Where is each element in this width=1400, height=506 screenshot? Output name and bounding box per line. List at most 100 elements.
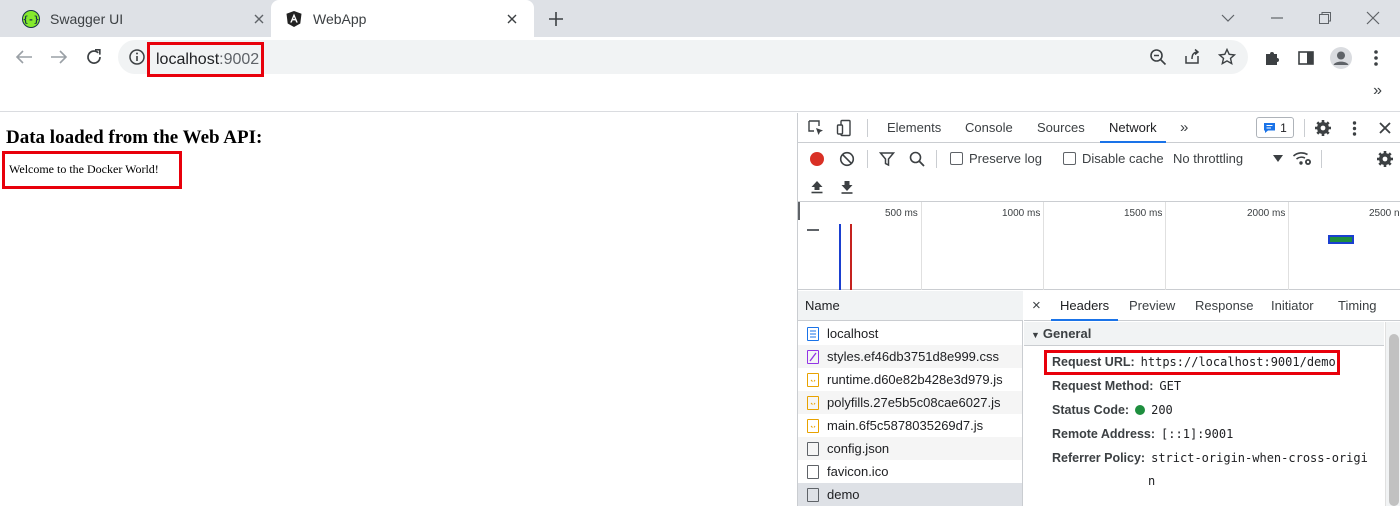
zoom-icon[interactable] [1146,45,1170,69]
tab-timing[interactable]: Timing [1338,291,1377,321]
checkbox-box[interactable] [1063,152,1076,165]
tab-swagger-ui[interactable]: {-} Swagger UI [8,0,270,37]
record-icon[interactable] [808,150,826,168]
checkbox-box[interactable] [950,152,963,165]
name-column-header[interactable]: Name [798,291,1023,321]
network-settings-gear-icon[interactable] [1375,149,1395,169]
share-icon[interactable] [1180,45,1204,69]
request-row[interactable]: config.json [798,437,1022,460]
script-file-icon [807,395,819,410]
request-row[interactable]: polyfills.27e5b5c08cae6027.js [798,391,1022,414]
header-value: strict-origin-when-cross-origi [1151,451,1368,465]
expand-triangle-icon: ▼ [1031,330,1040,340]
close-details-icon[interactable]: × [1032,291,1041,321]
devtools-menu-icon[interactable] [1347,119,1361,137]
header-value: https://localhost:9001/demo [1140,355,1336,369]
grid-line [1043,202,1044,290]
request-row[interactable]: localhost [798,322,1022,345]
overview-tick-label: 2500 n [1369,208,1400,219]
extensions-puzzle-icon[interactable] [1260,46,1284,70]
generic-file-icon [807,487,819,502]
back-arrow-icon[interactable] [10,43,38,71]
close-devtools-icon[interactable] [1377,120,1393,136]
bookmarks-overflow-chevron[interactable]: » [1373,82,1382,100]
tab-sources[interactable]: Sources [1037,113,1085,143]
profile-avatar-icon[interactable] [1329,46,1353,70]
header-row-remote-address: Remote Address: [::1]:9001 [1052,427,1233,441]
new-tab-plus-icon[interactable] [543,6,569,32]
site-info-icon[interactable] [128,48,146,66]
dom-content-loaded-line [839,224,841,290]
request-name: demo [827,487,860,502]
separator [1321,150,1322,168]
window-close-icon[interactable] [1356,4,1390,32]
tab-webapp[interactable]: WebApp [271,0,534,37]
filter-icon[interactable] [878,150,896,168]
preserve-log-checkbox[interactable]: Preserve log [950,151,1042,166]
request-name: main.6f5c5878035269d7.js [827,418,984,433]
request-row-selected[interactable]: demo [798,483,1022,506]
forward-arrow-icon[interactable] [45,43,73,71]
bookmark-star-icon[interactable] [1215,45,1239,69]
close-tab-icon[interactable] [500,7,524,31]
browser-menu-icon[interactable] [1364,46,1388,70]
reload-icon[interactable] [80,43,108,71]
request-row[interactable]: runtime.d60e82b428e3d979.js [798,368,1022,391]
header-value: GET [1159,379,1182,393]
scrollbar-thumb[interactable] [1389,334,1399,506]
throttling-select[interactable]: No throttling [1173,151,1284,166]
more-tabs-chevron[interactable]: » [1180,113,1188,143]
side-panel-icon[interactable] [1294,46,1318,70]
device-toolbar-icon[interactable] [836,119,854,137]
header-key: Remote Address: [1052,427,1156,441]
header-row-referrer-policy: Referrer Policy: strict-origin-when-cros… [1052,451,1368,465]
issues-badge[interactable]: 1 [1256,117,1294,138]
devtools-tabbar: Elements Console Sources Network » 1 [798,113,1400,143]
tab-network[interactable]: Network [1100,113,1166,143]
close-tab-icon[interactable] [247,0,271,37]
network-conditions-wifi-icon[interactable] [1292,149,1312,169]
request-row[interactable]: main.6f5c5878035269d7.js [798,414,1022,437]
separator [1304,119,1305,137]
api-message: Welcome to the Docker World! [9,162,159,176]
header-key: Referrer Policy: [1052,451,1146,465]
tab-preview[interactable]: Preview [1129,291,1175,321]
tab-title: WebApp [313,10,367,27]
minimize-icon[interactable] [1260,4,1294,32]
tab-headers[interactable]: Headers [1051,291,1119,321]
clear-icon[interactable] [838,150,856,168]
header-value: [::1]:9001 [1161,427,1234,441]
settings-gear-icon[interactable] [1313,118,1333,138]
tab-console[interactable]: Console [965,113,1013,143]
tab-elements[interactable]: Elements [887,113,941,143]
separator [936,150,937,168]
restore-icon[interactable] [1308,4,1342,32]
request-row[interactable]: styles.ef46db3751d8e999.css [798,345,1022,368]
overview-tick-label: 500 ms [885,208,918,219]
import-har-upload-icon[interactable] [808,178,826,196]
header-key: Status Code: [1052,403,1130,417]
disable-cache-label: Disable cache [1082,151,1164,166]
request-row[interactable]: favicon.ico [798,460,1022,483]
script-file-icon [807,418,819,433]
general-section-header[interactable]: ▼ General [1024,322,1384,346]
network-toolbar: Preserve log Disable cache No throttling [798,144,1400,202]
issues-message-icon [1264,122,1276,133]
details-scrollbar[interactable] [1385,322,1400,506]
header-key: Request URL: [1052,355,1135,369]
url-highlight-box: localhost:9002 [147,42,264,77]
svg-text:{-}: {-} [23,15,39,25]
search-icon[interactable] [908,150,926,168]
page-heading: Data loaded from the Web API: [6,127,263,148]
disable-cache-checkbox[interactable]: Disable cache [1063,151,1164,166]
address-bar[interactable]: localhost:9002 [118,40,1248,77]
network-overview-timeline[interactable]: 500 ms 1000 ms 1500 ms 2000 ms 2500 n [798,202,1400,290]
tab-initiator[interactable]: Initiator [1271,291,1314,321]
export-har-download-icon[interactable] [838,178,856,196]
overview-request-bar [1328,235,1354,244]
inspect-element-icon[interactable] [807,119,825,137]
tab-search-chevron-icon[interactable] [1211,4,1245,32]
tab-response[interactable]: Response [1195,291,1254,321]
generic-file-icon [807,441,819,456]
grid-line [921,202,922,290]
